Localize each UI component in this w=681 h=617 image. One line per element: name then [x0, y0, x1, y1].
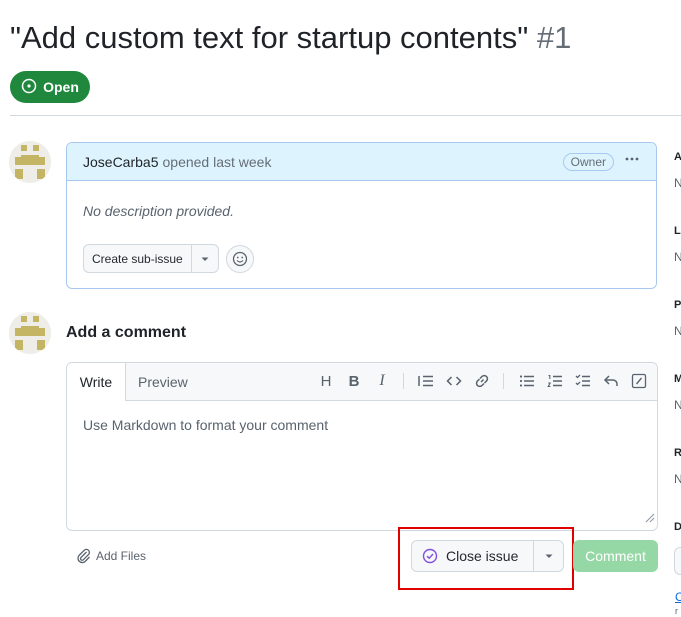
sidebar-projects-value: N	[674, 324, 681, 338]
add-files-label: Add Files	[96, 549, 147, 563]
issue-title-text: "Add custom text for startup contents"	[10, 20, 529, 55]
create-sub-issue-button[interactable]: Create sub-issue	[83, 244, 192, 273]
smiley-icon	[232, 251, 248, 267]
sidebar-labels-value: N	[674, 250, 681, 264]
comment-timestamp[interactable]: opened last week	[163, 154, 272, 170]
link-icon[interactable]	[474, 373, 490, 389]
issue-state-badge: Open	[10, 71, 90, 103]
sidebar-relationships-heading[interactable]: R	[674, 447, 681, 459]
comment-options-icon[interactable]	[624, 151, 640, 172]
issue-opened-icon	[21, 78, 37, 97]
add-reaction-button[interactable]	[226, 245, 254, 273]
sidebar-create-branch-link[interactable]: C	[675, 590, 681, 604]
sidebar-labels-heading[interactable]: L	[674, 225, 681, 237]
code-icon[interactable]	[446, 373, 462, 389]
resize-handle-icon[interactable]	[645, 510, 655, 528]
editor-tab-bar: Write Preview H B I	[67, 363, 657, 401]
ordered-list-icon[interactable]	[547, 373, 563, 389]
comment-body-text: No description provided.	[83, 203, 234, 219]
task-list-icon[interactable]	[575, 373, 591, 389]
reply-icon[interactable]	[603, 373, 619, 389]
tab-write[interactable]: Write	[67, 363, 126, 401]
author-avatar[interactable]	[9, 141, 51, 183]
toolbar-divider	[503, 373, 504, 389]
comment-editor: Write Preview H B I Use Markdown to form…	[66, 362, 658, 531]
sidebar-link-subtext: r	[675, 606, 678, 616]
sidebar-milestone-value: N	[674, 398, 681, 412]
current-user-avatar[interactable]	[9, 312, 51, 354]
quote-icon[interactable]	[418, 373, 434, 389]
sidebar-projects-heading[interactable]: P	[674, 299, 681, 311]
create-sub-issue-dropdown[interactable]	[192, 244, 219, 273]
slash-commands-icon[interactable]	[631, 373, 647, 389]
issue-title: "Add custom text for startup contents" #…	[10, 18, 571, 58]
add-comment-heading: Add a comment	[66, 324, 187, 341]
issue-state-label: Open	[43, 79, 79, 95]
comment-header: JoseCarba5 opened last week Owner	[67, 143, 656, 181]
comment-textarea[interactable]: Use Markdown to format your comment	[83, 417, 328, 433]
paperclip-icon	[77, 548, 91, 564]
issue-number: #1	[536, 20, 572, 55]
sidebar-assignees-value: N	[674, 176, 681, 190]
tab-preview[interactable]: Preview	[138, 363, 188, 400]
comment-author-link[interactable]: JoseCarba5	[83, 154, 159, 170]
heading-tool[interactable]: H	[318, 373, 334, 390]
unordered-list-icon[interactable]	[519, 373, 535, 389]
italic-tool[interactable]: I	[374, 372, 390, 389]
sidebar-development-button[interactable]	[674, 547, 681, 575]
highlight-box	[398, 527, 574, 590]
sidebar-development-heading[interactable]: D	[674, 521, 681, 533]
toolbar-divider	[403, 373, 404, 389]
sidebar-milestone-heading[interactable]: M	[674, 373, 681, 385]
header-divider	[10, 115, 681, 116]
triangle-down-icon	[201, 257, 209, 261]
bold-tool[interactable]: B	[346, 373, 362, 390]
create-sub-issue-group: Create sub-issue	[83, 244, 219, 273]
owner-badge: Owner	[562, 152, 614, 171]
add-files-button[interactable]: Add Files	[77, 548, 146, 564]
comment-submit-button[interactable]: Comment	[573, 540, 658, 572]
sidebar-assignees-heading[interactable]: A	[674, 151, 681, 163]
sidebar-relationships-value: N	[674, 472, 681, 486]
